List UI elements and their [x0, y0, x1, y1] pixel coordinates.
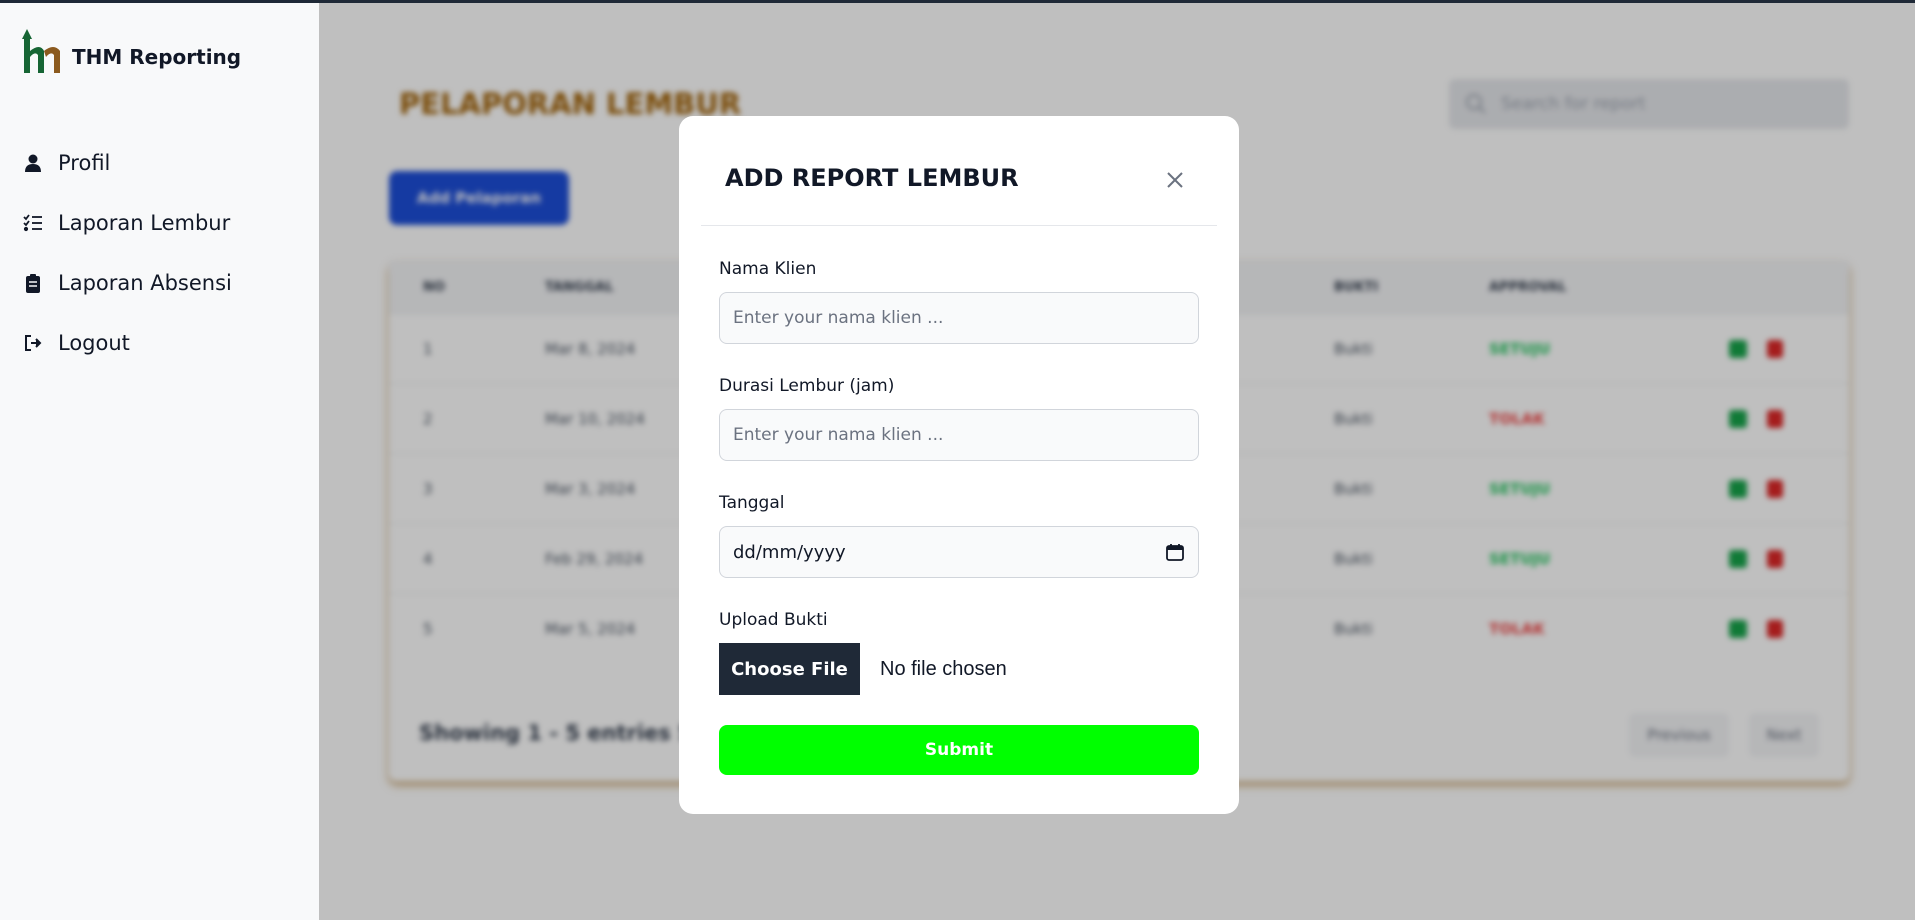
- calendar-icon[interactable]: [1166, 543, 1184, 561]
- sidebar-item-logout[interactable]: Logout: [22, 313, 232, 373]
- sidebar-item-label: Logout: [58, 331, 130, 355]
- thm-logo-icon: [22, 29, 60, 73]
- logout-icon: [22, 332, 44, 354]
- modal-header: ADD REPORT LEMBUR: [701, 116, 1217, 226]
- file-status-text: No file chosen: [880, 657, 1007, 680]
- tanggal-date-input[interactable]: dd/mm/yyyy: [719, 526, 1199, 578]
- brand-name: THM Reporting: [72, 45, 242, 69]
- sidebar-item-label: Laporan Lembur: [58, 211, 231, 235]
- submit-button[interactable]: Submit: [719, 725, 1199, 775]
- add-report-modal: ADD REPORT LEMBUR Nama Klien Durasi Lemb…: [679, 116, 1239, 814]
- upload-bukti-label: Upload Bukti: [719, 610, 828, 630]
- checklist-icon: [22, 212, 44, 234]
- close-button[interactable]: [1163, 168, 1187, 192]
- sidebar-item-profil[interactable]: Profil: [22, 133, 232, 193]
- sidebar: THM Reporting Profil Laporan Lembur Lapo…: [0, 3, 319, 920]
- sidebar-item-label: Profil: [58, 151, 111, 175]
- sidebar-nav: Profil Laporan Lembur Laporan Absensi Lo…: [22, 133, 232, 373]
- nama-klien-input[interactable]: [719, 292, 1199, 344]
- modal-title: ADD REPORT LEMBUR: [725, 164, 1019, 192]
- tanggal-label: Tanggal: [719, 493, 785, 513]
- date-value: dd/mm/yyyy: [733, 541, 846, 563]
- file-input[interactable]: Choose File No file chosen: [719, 643, 1007, 695]
- choose-file-button[interactable]: Choose File: [719, 643, 860, 695]
- sidebar-item-label: Laporan Absensi: [58, 271, 232, 295]
- clipboard-icon: [22, 272, 44, 294]
- brand[interactable]: THM Reporting: [14, 27, 241, 77]
- nama-klien-label: Nama Klien: [719, 259, 817, 279]
- user-icon: [22, 152, 44, 174]
- durasi-lembur-input[interactable]: [719, 409, 1199, 461]
- sidebar-item-laporan-lembur[interactable]: Laporan Lembur: [22, 193, 232, 253]
- durasi-lembur-label: Durasi Lembur (jam): [719, 376, 895, 396]
- close-icon: [1167, 172, 1183, 188]
- sidebar-item-laporan-absensi[interactable]: Laporan Absensi: [22, 253, 232, 313]
